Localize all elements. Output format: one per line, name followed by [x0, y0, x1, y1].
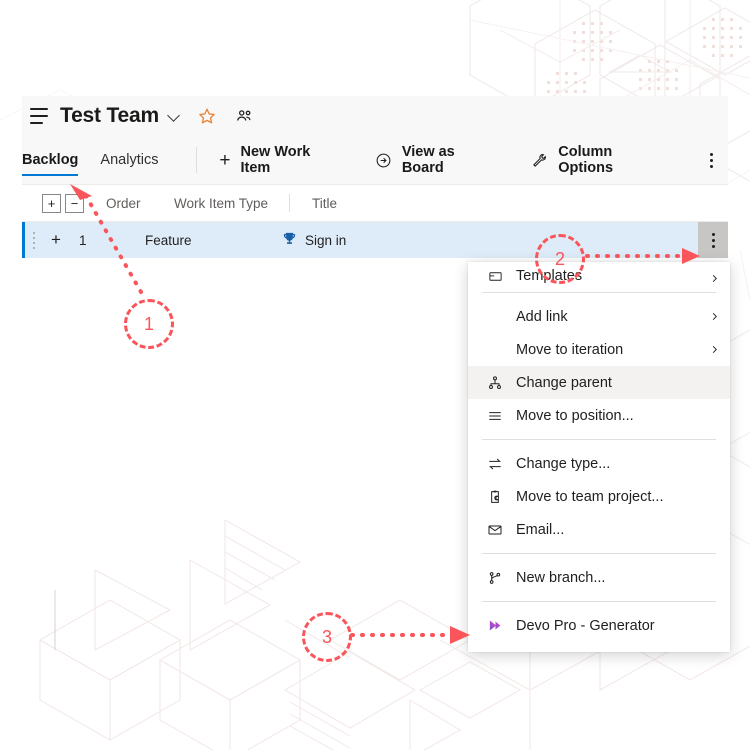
menu-item-email-label: Email... [516, 521, 565, 538]
annotation-marker-1: 1 [124, 299, 174, 349]
cell-title-text: Sign in [305, 232, 347, 248]
screenshot-root: Test Team Backlog Analytics + New Work I… [0, 0, 750, 750]
menu-item-move-to-team-project-label: Move to team project... [516, 488, 664, 505]
hierarchy-icon [484, 375, 506, 391]
menu-separator [482, 439, 716, 440]
clipboard-move-icon [484, 489, 506, 505]
view-as-board-label: View as Board [401, 144, 455, 176]
expand-collapse-controls: + − [22, 193, 106, 213]
trophy-icon [282, 231, 297, 249]
table-row[interactable]: + 1 Feature Sign in [22, 222, 728, 258]
menu-separator [482, 553, 716, 554]
grid-header-row: + − Order Work Item Type Title [22, 185, 728, 222]
view-tabs: Backlog Analytics [22, 136, 180, 184]
menu-item-move-to-iteration-label: Move to iteration [516, 341, 624, 358]
menu-item-devo-pro-generator-label: Devo Pro - Generator [516, 617, 655, 634]
wrench-icon [531, 152, 548, 169]
column-options-label: Column Options [558, 144, 614, 176]
cell-title: Sign in [260, 231, 346, 249]
menu-separator [482, 601, 716, 602]
chevron-right-icon [708, 344, 720, 355]
chevron-right-icon [708, 311, 720, 322]
menu-item-move-to-position-label: Move to position... [516, 407, 634, 424]
new-work-item-button[interactable]: + New Work Item [219, 136, 338, 184]
swap-icon [484, 456, 506, 472]
mail-icon [484, 522, 506, 538]
team-name: Test Team [60, 104, 159, 127]
tab-backlog-label: Backlog [22, 152, 79, 168]
template-icon [484, 269, 506, 284]
cell-work-item-type: Feature [145, 232, 192, 248]
menu-item-templates-label: Templates [516, 268, 583, 284]
menu-item-add-link-label: Add link [516, 308, 568, 325]
plus-icon: + [219, 149, 231, 171]
chevron-down-icon[interactable] [168, 110, 181, 123]
row-more-vertical-icon[interactable] [698, 222, 728, 258]
menu-item-new-branch[interactable]: New branch... [468, 561, 730, 594]
column-header-title[interactable]: Title [290, 196, 337, 211]
tab-backlog[interactable]: Backlog [22, 136, 79, 184]
people-icon[interactable] [235, 107, 254, 125]
row-context-menu: Templates Add link Move to iteration Cha… [468, 262, 730, 652]
menu-item-move-to-position[interactable]: Move to position... [468, 399, 730, 432]
column-header-work-item-type[interactable]: Work Item Type [174, 196, 289, 211]
collapse-all-button[interactable]: − [65, 193, 84, 213]
view-as-board-button[interactable]: View as Board [375, 136, 495, 184]
toolbar: Backlog Analytics + New Work Item View a… [22, 136, 728, 184]
row-expand-button[interactable]: + [39, 230, 73, 250]
menu-item-change-parent[interactable]: Change parent [468, 366, 730, 399]
new-work-item-label: New Work Item [240, 144, 311, 176]
menu-item-change-type-label: Change type... [516, 455, 611, 472]
menu-item-new-branch-label: New branch... [516, 569, 606, 586]
hamburger-icon[interactable] [30, 108, 50, 124]
row-drag-handle[interactable] [29, 231, 39, 249]
menu-item-devo-pro-generator[interactable]: Devo Pro - Generator [468, 609, 730, 642]
titlebar: Test Team [22, 96, 728, 136]
menu-item-email[interactable]: Email... [468, 513, 730, 546]
column-header-order[interactable]: Order [106, 196, 174, 211]
toolbar-divider [196, 147, 198, 173]
chevron-right-icon [708, 273, 720, 284]
menu-item-change-type[interactable]: Change type... [468, 447, 730, 480]
star-icon[interactable] [198, 107, 216, 125]
devo-pro-icon [484, 617, 506, 634]
menu-separator [482, 292, 716, 293]
menu-item-templates[interactable]: Templates [468, 262, 730, 285]
list-icon [484, 408, 506, 424]
annotation-marker-3-label: 3 [321, 626, 332, 647]
branch-icon [484, 570, 506, 586]
annotation-marker-3: 3 [302, 612, 352, 662]
tab-analytics-label: Analytics [100, 152, 159, 168]
menu-item-move-to-iteration[interactable]: Move to iteration [468, 333, 730, 366]
menu-item-move-to-team-project[interactable]: Move to team project... [468, 480, 730, 513]
tab-analytics[interactable]: Analytics [100, 136, 158, 184]
cell-order: 1 [79, 232, 87, 248]
annotation-marker-1-label: 1 [143, 313, 154, 334]
menu-item-change-parent-label: Change parent [516, 374, 612, 391]
arrow-right-circle-icon [375, 152, 392, 169]
column-options-button[interactable]: Column Options [531, 136, 665, 184]
toolbar-more-vertical-icon[interactable] [701, 145, 722, 175]
menu-item-add-link[interactable]: Add link [468, 300, 730, 333]
expand-all-button[interactable]: + [42, 193, 61, 213]
